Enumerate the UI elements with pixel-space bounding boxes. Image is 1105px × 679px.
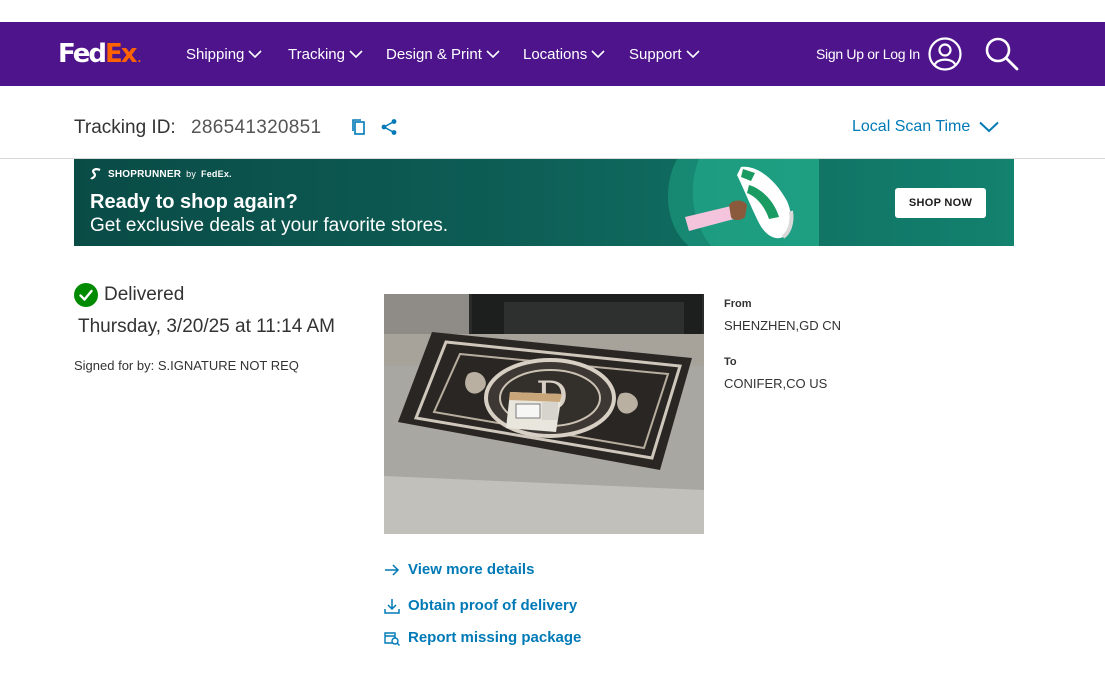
download-icon xyxy=(384,598,400,614)
nav-tracking-label: Tracking xyxy=(288,45,345,63)
nav-support-label: Support xyxy=(629,45,682,63)
logo-fed: Fed xyxy=(58,39,107,69)
signed-for: Signed for by: S.IGNATURE NOT REQ xyxy=(74,358,299,373)
nav-support[interactable]: Support xyxy=(629,44,700,64)
nav-locations[interactable]: Locations xyxy=(523,44,605,64)
scan-time-label: Local Scan Time xyxy=(852,118,971,135)
shop-now-button[interactable]: SHOP NOW xyxy=(895,188,986,218)
to-label: To xyxy=(724,356,737,368)
local-scan-time-toggle[interactable]: Local Scan Time xyxy=(852,118,999,136)
chevron-down-icon xyxy=(685,49,700,58)
banner-brand-partner: FedEx. xyxy=(201,169,232,179)
user-circle-icon[interactable] xyxy=(928,37,962,71)
proof-of-delivery-label: Obtain proof of delivery xyxy=(408,597,578,614)
search-icon[interactable] xyxy=(984,36,1020,72)
banner-brand-name: SHOPRUNNER xyxy=(108,168,182,180)
sneaker-illustration xyxy=(667,159,819,246)
view-more-details-label: View more details xyxy=(408,561,535,578)
shoprunner-banner[interactable]: SHOPRUNNER by FedEx. Ready to shop again… xyxy=(74,159,1014,246)
shoprunner-logo-icon xyxy=(90,168,101,180)
view-more-details-link[interactable]: View more details xyxy=(384,561,534,578)
chevron-down-icon xyxy=(591,49,605,58)
from-label: From xyxy=(724,298,752,310)
share-icon[interactable] xyxy=(380,118,398,136)
logo-mark: . xyxy=(137,54,142,65)
nav-shipping[interactable]: Shipping xyxy=(186,44,262,64)
nav-tracking[interactable]: Tracking xyxy=(288,44,363,64)
proof-of-delivery-link[interactable]: Obtain proof of delivery xyxy=(384,597,577,614)
tracking-id-value: 286541320851 xyxy=(191,117,322,138)
chevron-down-icon xyxy=(979,121,999,133)
banner-brand: SHOPRUNNER by FedEx. xyxy=(90,168,232,180)
nav-design-print-label: Design & Print xyxy=(386,45,482,63)
banner-headline: Ready to shop again? xyxy=(90,191,298,213)
nav-shipping-label: Shipping xyxy=(186,45,245,63)
check-circle-icon xyxy=(74,283,98,307)
site-header: Fed Ex. Shipping Tracking Design & Print … xyxy=(0,22,1105,86)
tracking-bar: Tracking ID: 286541320851 Local Scan Tim… xyxy=(0,86,1105,159)
report-missing-package-label: Report missing package xyxy=(408,629,582,646)
arrow-right-icon xyxy=(385,563,400,576)
nav-design-print[interactable]: Design & Print xyxy=(386,44,500,64)
status-text: Delivered xyxy=(104,284,185,305)
from-value: SHENZHEN,GD CN xyxy=(724,318,842,333)
chevron-down-icon xyxy=(248,49,262,58)
top-strip xyxy=(0,0,1105,22)
sign-in-link[interactable]: Sign Up or Log In xyxy=(816,44,920,64)
nav-locations-label: Locations xyxy=(523,45,588,63)
delivery-status: Delivered xyxy=(74,283,184,307)
tracking-id-label: Tracking ID: xyxy=(74,117,176,138)
report-missing-package-link[interactable]: Report missing package xyxy=(384,629,581,646)
copy-icon[interactable] xyxy=(350,118,368,136)
delivery-date: Thursday, 3/20/25 at 11:14 AM xyxy=(78,316,336,337)
package-search-icon xyxy=(384,631,400,646)
delivery-photo[interactable]: D xyxy=(384,294,704,534)
fedex-logo[interactable]: Fed Ex. xyxy=(58,39,141,69)
chevron-down-icon xyxy=(349,49,363,58)
chevron-down-icon xyxy=(486,49,500,58)
to-value: CONIFER,CO US xyxy=(724,376,828,391)
banner-subline: Get exclusive deals at your favorite sto… xyxy=(90,215,448,236)
banner-brand-by: by xyxy=(186,169,197,179)
logo-ex: Ex xyxy=(104,39,138,69)
